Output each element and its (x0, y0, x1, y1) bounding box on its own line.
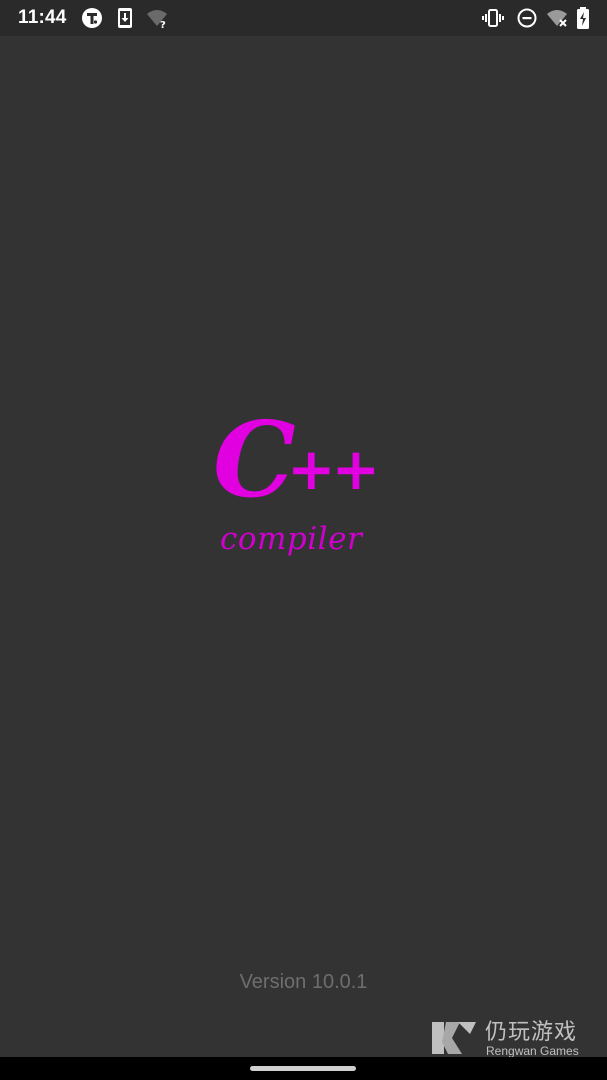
wifi-off-icon (546, 7, 568, 29)
do-not-disturb-icon (516, 7, 538, 29)
home-gesture-handle[interactable] (250, 1066, 356, 1071)
status-bar: 11:44 ? (0, 0, 607, 36)
rengwan-logo-icon (430, 1018, 478, 1058)
download-notification-icon (115, 7, 135, 29)
logo-letter-c: C (213, 398, 296, 521)
vibrate-icon (482, 7, 504, 29)
logo-plus-plus: ++ (287, 435, 380, 503)
app-logo: C ++ compiler (213, 408, 395, 580)
svg-text:?: ? (160, 20, 166, 29)
navigation-bar (0, 1057, 607, 1080)
t-app-notification-icon (81, 7, 103, 29)
version-label: Version 10.0.1 (239, 971, 368, 993)
rengwan-watermark: 仍玩游戏 Rengwan Games (430, 1014, 600, 1058)
battery-charging-icon (575, 7, 591, 29)
status-time: 11:44 (18, 7, 67, 28)
watermark-chinese-text: 仍玩游戏 (485, 1020, 578, 1045)
splash-screen: 11:44 ? C ++ compiler Version 10.0.1 仍玩游… (0, 0, 607, 1080)
wifi-unknown-icon: ? (146, 7, 168, 31)
watermark-english-text: Rengwan Games (486, 1044, 579, 1058)
logo-subtitle: compiler (220, 521, 363, 557)
